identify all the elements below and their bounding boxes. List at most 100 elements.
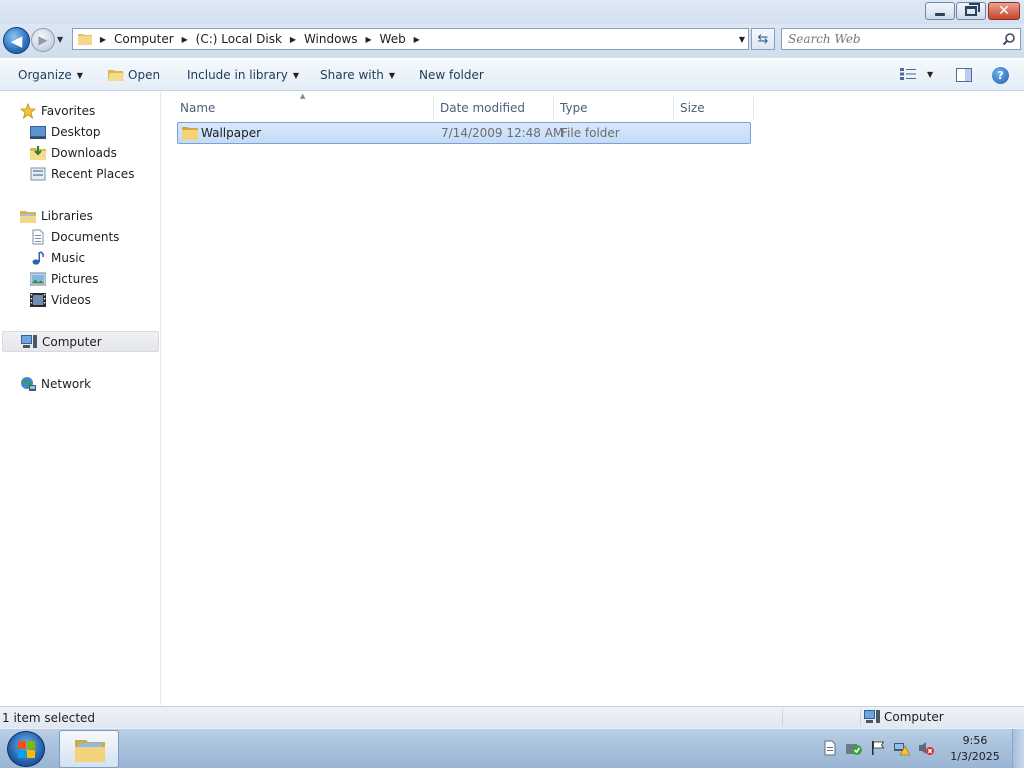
status-location-label: Computer	[884, 710, 944, 724]
nav-libraries-label: Libraries	[41, 208, 93, 223]
videos-icon	[30, 292, 46, 307]
tray-document-icon[interactable]	[822, 740, 838, 756]
breadcrumb-windows[interactable]: Windows	[301, 32, 361, 46]
new-folder-button[interactable]: New folder	[419, 68, 484, 82]
recent-pages-dropdown[interactable]: ▼	[57, 35, 67, 45]
column-header-date-modified[interactable]: Date modified	[434, 97, 554, 119]
status-location: Computer	[864, 710, 944, 724]
tray-volume-muted-icon[interactable]	[918, 740, 934, 756]
computer-icon	[864, 710, 880, 723]
start-button[interactable]	[7, 731, 45, 767]
status-bar: 1 item selected Computer	[0, 706, 1024, 728]
clock-time: 9:56	[962, 734, 988, 747]
include-in-library-button[interactable]: Include in library ▼	[187, 68, 299, 82]
nav-favorites[interactable]: Favorites	[0, 100, 160, 121]
table-row[interactable]: Wallpaper 7/14/2009 12:48 AM File folder	[177, 122, 751, 144]
pictures-icon	[30, 272, 46, 285]
address-history-dropdown[interactable]: ▼	[739, 35, 745, 44]
chevron-down-icon: ▼	[292, 70, 300, 80]
breadcrumb-web[interactable]: Web	[377, 32, 409, 46]
nav-recent-places[interactable]: Recent Places	[0, 163, 160, 184]
preview-pane-button[interactable]	[956, 68, 972, 82]
downloads-icon	[30, 145, 46, 160]
nav-music[interactable]: Music	[0, 247, 160, 268]
tray-action-center-flag-icon[interactable]	[870, 740, 886, 756]
network-icon	[21, 376, 36, 391]
help-button[interactable]: ?	[992, 67, 1009, 84]
column-header-name[interactable]: Name	[174, 97, 434, 119]
taskbar-clock[interactable]: 9:56 1/3/2025	[944, 733, 1006, 765]
breadcrumb-computer[interactable]: Computer	[111, 32, 177, 46]
share-label: Share with	[320, 68, 384, 82]
taskbar-windows-explorer[interactable]	[59, 730, 119, 768]
tray-security-icon[interactable]	[846, 740, 862, 756]
nav-pictures[interactable]: Pictures	[0, 268, 160, 289]
organize-button[interactable]: Organize ▼	[18, 68, 83, 82]
open-button[interactable]: Open	[108, 68, 160, 82]
nav-libraries[interactable]: Libraries	[0, 205, 160, 226]
minimize-icon	[935, 12, 945, 16]
command-bar: Organize ▼ Open Include in library ▼ Sha…	[0, 59, 1024, 91]
nav-music-label: Music	[51, 250, 86, 265]
minimize-button[interactable]	[925, 2, 955, 20]
nav-desktop-label: Desktop	[51, 124, 101, 139]
search-icon[interactable]	[1002, 32, 1016, 46]
nav-downloads[interactable]: Downloads	[0, 142, 160, 163]
status-divider	[860, 709, 861, 726]
nav-downloads-label: Downloads	[51, 145, 117, 160]
refresh-icon: ⇆	[757, 31, 769, 47]
navigation-pane: Favorites Desktop Downloads Recent Place…	[0, 92, 161, 705]
breadcrumb-arrow-icon[interactable]: ▶	[361, 35, 377, 44]
share-with-button[interactable]: Share with ▼	[320, 68, 395, 82]
nav-documents[interactable]: Documents	[0, 226, 160, 247]
column-header-name-label: Name	[180, 101, 216, 115]
column-header-size-label: Size	[680, 101, 705, 115]
include-label: Include in library	[187, 68, 288, 82]
forward-button[interactable]: ▶	[31, 28, 55, 52]
breadcrumb-arrow-icon[interactable]: ▶	[95, 35, 111, 44]
search-input[interactable]	[788, 30, 998, 48]
show-desktop-button[interactable]	[1012, 729, 1024, 768]
address-bar[interactable]: ▶ Computer ▶ (C:) Local Disk ▶ Windows ▶…	[72, 28, 749, 50]
clock-date: 1/3/2025	[950, 750, 1000, 763]
row-date-modified: 7/14/2009 12:48 AM	[441, 126, 564, 140]
refresh-button[interactable]: ⇆	[751, 28, 775, 50]
column-header-size[interactable]: Size	[674, 97, 754, 119]
nav-recent-places-label: Recent Places	[51, 166, 135, 181]
breadcrumb-arrow-icon[interactable]: ▶	[409, 35, 425, 44]
nav-network[interactable]: Network	[0, 373, 160, 394]
breadcrumb-arrow-icon[interactable]: ▶	[285, 35, 301, 44]
music-icon	[32, 250, 44, 265]
windows-logo-icon	[18, 741, 35, 758]
folder-icon	[78, 34, 92, 45]
chevron-down-icon: ▼	[76, 70, 83, 80]
nav-videos[interactable]: Videos	[0, 289, 160, 310]
breadcrumb-arrow-icon[interactable]: ▶	[177, 35, 193, 44]
selection-status: 1 item selected	[2, 711, 96, 725]
breadcrumb: ▶ Computer ▶ (C:) Local Disk ▶ Windows ▶…	[95, 29, 425, 49]
row-type: File folder	[561, 126, 620, 140]
chevron-down-icon: ▼	[388, 70, 396, 80]
documents-icon	[32, 229, 44, 244]
column-header-type[interactable]: Type	[554, 97, 674, 119]
restore-button[interactable]	[956, 2, 986, 20]
column-header-date-label: Date modified	[440, 101, 526, 115]
chevron-down-icon[interactable]: ▼	[927, 70, 933, 79]
back-button[interactable]: ◀	[3, 27, 30, 54]
folder-icon	[182, 127, 198, 140]
desktop-icon	[30, 125, 46, 139]
nav-documents-label: Documents	[51, 229, 120, 244]
tray-network-warning-icon[interactable]	[894, 740, 910, 756]
new-folder-label: New folder	[419, 68, 484, 82]
close-button[interactable]: ✕	[988, 2, 1020, 20]
nav-desktop[interactable]: Desktop	[0, 121, 160, 142]
nav-computer-label: Computer	[42, 334, 102, 349]
title-bar: ✕	[0, 0, 1024, 24]
file-list: ▲ Name Date modified Type Size Wallpaper…	[162, 92, 1024, 705]
change-view-button[interactable]: ▼	[900, 68, 933, 80]
search-box[interactable]	[781, 28, 1021, 50]
nav-pictures-label: Pictures	[51, 271, 99, 286]
row-name: Wallpaper	[201, 126, 262, 140]
breadcrumb-local-disk[interactable]: (C:) Local Disk	[193, 32, 285, 46]
nav-computer[interactable]: Computer	[2, 331, 159, 352]
